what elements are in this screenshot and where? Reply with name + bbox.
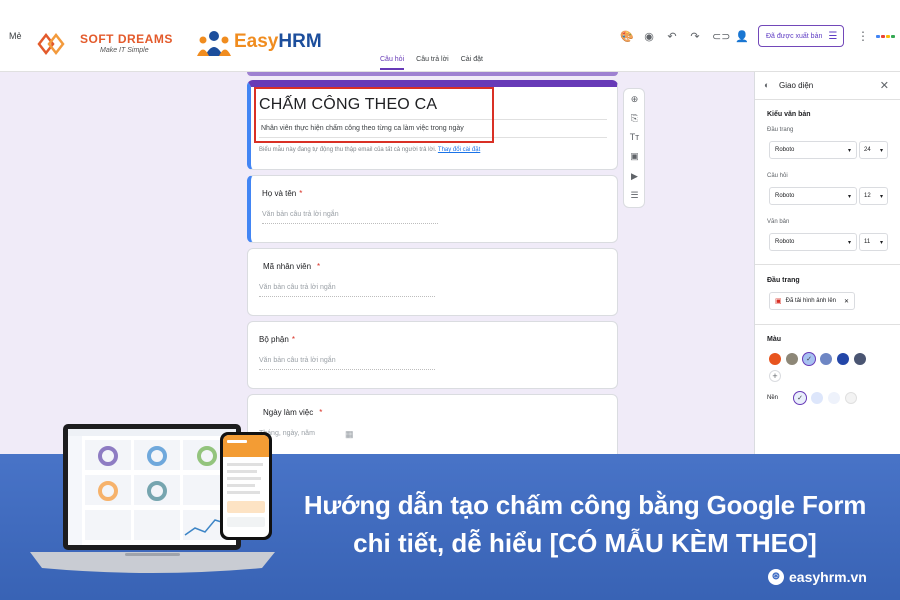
add-collaborator-icon[interactable]: 👤 (735, 31, 749, 43)
background-swatch-4[interactable] (845, 392, 857, 404)
short-answer-placeholder: Văn bản câu trả lời ngắn (262, 211, 438, 224)
calendar-icon: ▦ (345, 429, 354, 439)
form-accent-bar (247, 72, 618, 76)
question-label: Bộ phận * (259, 335, 295, 344)
softdreams-tagline: Make IT Simple (100, 47, 149, 54)
header-size-select[interactable]: 24 ▾ (859, 141, 888, 159)
banner-title-line1: Hướng dẫn tạo chấm công bằng Google Form (303, 490, 867, 520)
text-size-select[interactable]: 11 ▾ (859, 233, 888, 251)
background-label: Nền (767, 395, 779, 401)
short-answer-placeholder: Văn bản câu trả lời ngắn (259, 357, 435, 370)
add-section-icon[interactable]: ☰ (629, 190, 640, 201)
import-questions-icon[interactable]: ⎘ (629, 113, 640, 124)
form-tabs: Câu hỏi Câu trả lời Cài đặt (380, 56, 483, 70)
color-heading: Màu (767, 336, 781, 343)
close-icon[interactable]: ✕ (844, 298, 849, 305)
banner-title-line2: chi tiết, dễ hiểu [CÓ MẪU KÈM THEO] (353, 528, 817, 558)
question-font-select[interactable]: Roboto ▾ (769, 187, 857, 205)
add-title-icon[interactable]: Tт (629, 132, 640, 143)
preview-icon[interactable]: ◉ (643, 31, 655, 43)
tab-responses[interactable]: Câu trả lời (416, 56, 449, 70)
change-settings-link[interactable]: Thay đổi cài đặt (438, 147, 480, 153)
image-icon: ▣ (775, 298, 782, 305)
panel-title: Giao diện (779, 81, 814, 90)
chevron-down-icon: ▾ (847, 147, 851, 154)
question-label: Ngày làm việc * (263, 408, 323, 417)
easyhrm-logo-icon (197, 31, 231, 56)
title-highlight-box (254, 87, 494, 143)
question-label: Mã nhân viên * (263, 262, 321, 271)
menu-label[interactable]: Mẻ (9, 31, 22, 41)
question-label: Họ và tên * (262, 189, 303, 198)
question-card-department[interactable]: Bộ phận * Văn bản câu trả lời ngắn (247, 321, 618, 389)
tab-questions[interactable]: Câu hỏi (380, 56, 405, 70)
link-icon[interactable]: ⊂⊃ (712, 31, 730, 43)
color-swatch-slate[interactable] (854, 353, 866, 365)
chevron-down-icon: ▾ (847, 239, 851, 246)
globe-icon: ⊛ (768, 569, 784, 585)
chevron-down-icon: ▾ (847, 193, 851, 200)
palette-icon: ◐ (764, 80, 770, 90)
published-button[interactable]: Đã được xuất bản ☰ (758, 25, 844, 47)
header-image-heading: Đầu trang (767, 277, 800, 284)
palette-icon[interactable]: 🎨 (620, 31, 634, 43)
chevron-down-icon: ▾ (879, 147, 883, 154)
softdreams-title: SOFT DREAMS (80, 32, 173, 46)
background-swatch-1[interactable]: ✓ (794, 392, 806, 404)
uploaded-image-chip[interactable]: ▣ Đã tải hình ảnh lên ✕ (769, 292, 856, 310)
question-card-name[interactable]: Họ và tên * Văn bản câu trả lời ngắn (247, 175, 618, 243)
add-video-icon[interactable]: ▶ (629, 171, 640, 182)
add-image-icon[interactable]: ▣ (629, 151, 640, 162)
color-swatch-blue[interactable] (820, 353, 832, 365)
color-swatch-gray[interactable] (786, 353, 798, 365)
close-icon[interactable]: ✕ (880, 79, 889, 92)
site-url[interactable]: ⊛ easyhrm.vn (768, 569, 867, 585)
floating-toolbar: ⊕ ⎘ Tт ▣ ▶ ☰ (623, 88, 645, 208)
chevron-down-icon: ▾ (879, 193, 883, 200)
color-swatch-dark-blue[interactable] (837, 353, 849, 365)
divider (755, 324, 900, 325)
header-font-label: Đầu trang (767, 127, 794, 133)
question-size-select[interactable]: 12 ▾ (859, 187, 888, 205)
divider (755, 264, 900, 265)
short-answer-placeholder: Văn bản câu trả lời ngắn (259, 284, 435, 297)
phone-illustration (220, 432, 272, 540)
text-style-heading: Kiểu văn bản (767, 111, 811, 118)
softdreams-logo-icon (37, 32, 65, 56)
add-color-icon[interactable]: + (769, 370, 781, 382)
top-bar: Mẻ SOFT DREAMS Make IT Simple EasyHRM 🎨 … (0, 0, 900, 72)
tab-settings[interactable]: Cài đặt (461, 56, 483, 70)
undo-icon[interactable]: ↶ (666, 31, 678, 43)
text-font-select[interactable]: Roboto ▾ (769, 233, 857, 251)
background-swatch-2[interactable] (811, 392, 823, 404)
easyhrm-wordmark: EasyHRM (234, 31, 322, 52)
color-swatch-orange[interactable] (769, 353, 781, 365)
divider (755, 99, 900, 100)
chevron-down-icon: ▾ (879, 239, 883, 246)
tune-icon: ☰ (828, 30, 838, 42)
published-label: Đã được xuất bản (766, 32, 823, 40)
color-swatch-light-blue[interactable]: ✓ (803, 353, 815, 365)
google-colors-icon (876, 35, 895, 38)
theme-panel: ◐ Giao diện ✕ Kiểu văn bản Đầu trang Rob… (754, 72, 900, 462)
redo-icon[interactable]: ↷ (689, 31, 701, 43)
background-swatch-3[interactable] (828, 392, 840, 404)
question-card-employee-id[interactable]: Mã nhân viên * Văn bản câu trả lời ngắn (247, 248, 618, 316)
question-font-label: Câu hỏi (767, 173, 788, 179)
text-font-label: Văn bản (767, 219, 790, 225)
header-font-select[interactable]: Roboto ▾ (769, 141, 857, 159)
email-collection-note: Biểu mẫu này đang tự động thu thập email… (259, 147, 481, 153)
add-question-icon[interactable]: ⊕ (629, 94, 640, 105)
more-icon[interactable]: ⋮ (857, 29, 869, 43)
